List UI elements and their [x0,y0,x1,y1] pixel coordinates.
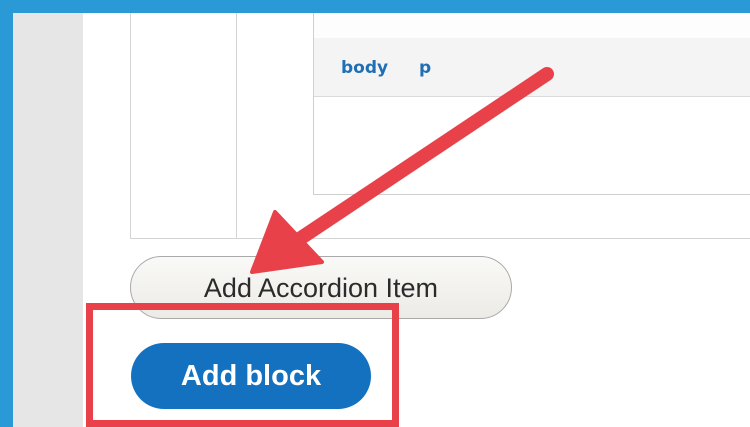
path-item-p[interactable]: p [419,58,431,78]
panel-divider [236,13,237,238]
rich-text-editor[interactable]: body p [313,13,750,195]
path-item-body[interactable]: body [341,58,388,78]
accordion-item-panel: body p [130,13,750,239]
screenshot-frame: body p Add Accordion Item Add block [13,13,750,427]
editor-element-path: body p [314,38,750,97]
left-gutter [13,13,83,427]
highlight-annotation [86,303,399,427]
editor-toolbar [314,13,750,39]
